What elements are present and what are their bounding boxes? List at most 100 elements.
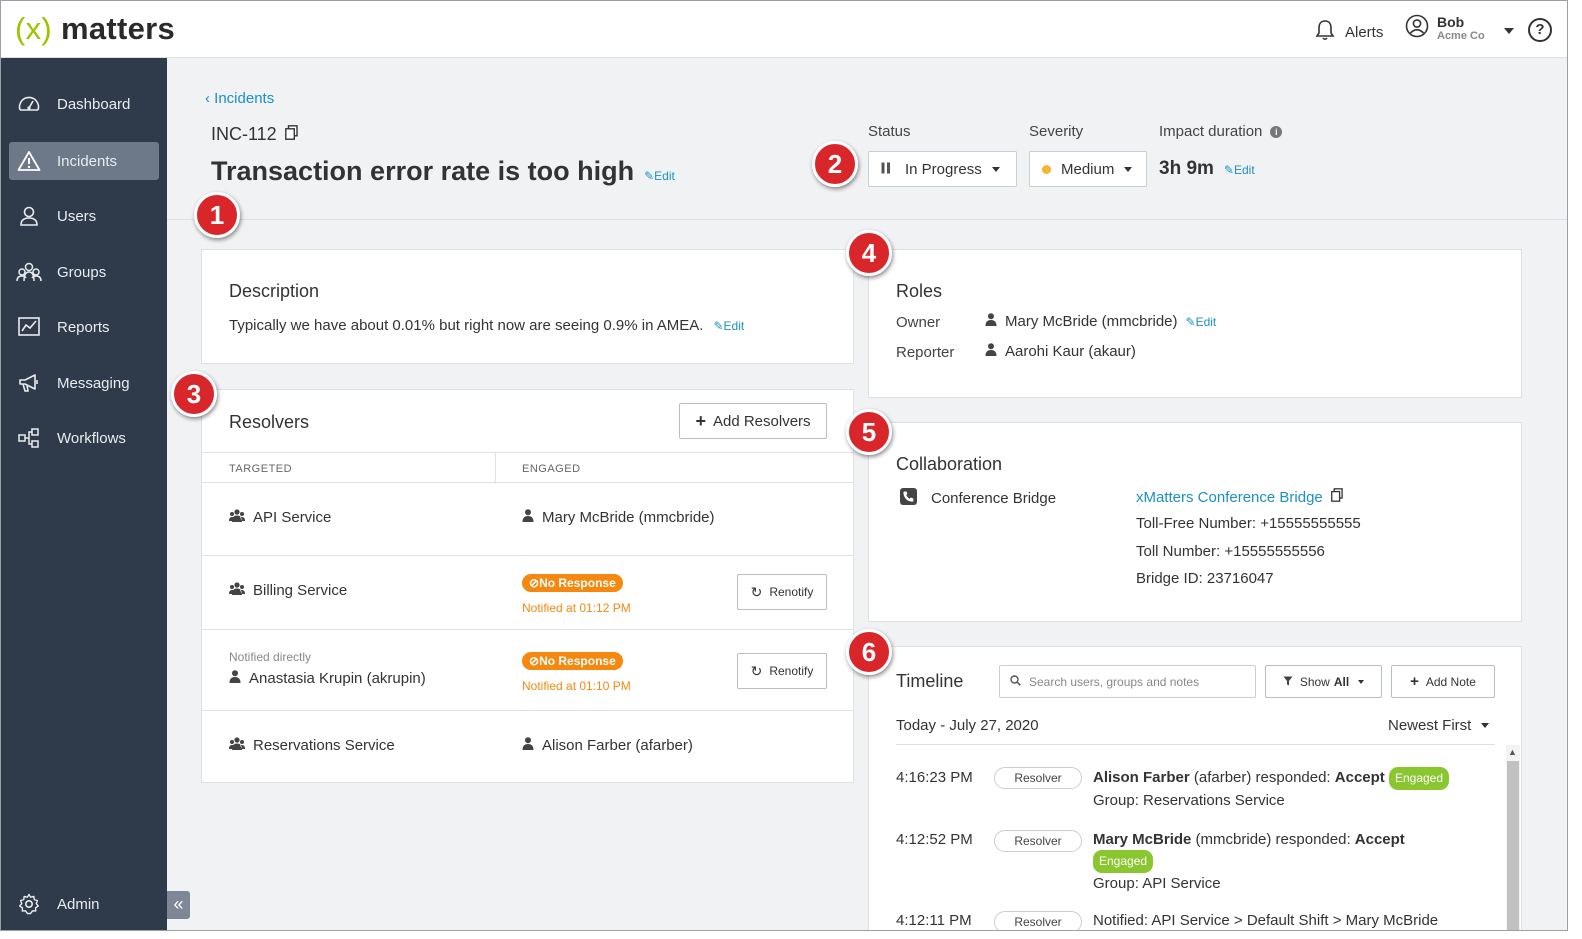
description-text: Typically we have about 0.01% but right … <box>229 317 745 334</box>
timeline-entry: Alison Farber (afarber) responded: Accep… <box>1093 767 1503 811</box>
severity-dot-icon <box>1042 164 1051 174</box>
severity-dropdown[interactable]: Medium <box>1029 151 1147 187</box>
bridge-link-row: xMatters Conference Bridge <box>1136 488 1343 506</box>
megaphone-icon <box>15 372 43 394</box>
show-filter-dropdown[interactable]: Show All <box>1265 665 1382 698</box>
info-icon[interactable]: i <box>1270 125 1283 138</box>
user-icon <box>522 737 534 754</box>
resolvers-table-header: TARGETED ENGAGED <box>202 452 853 482</box>
status-cell: ⊘No Response Notified at 01:12 PM <box>522 574 631 615</box>
divider <box>896 744 1495 745</box>
top-bar: (x) matters Alerts Bob Acme Co ? <box>1 1 1567 58</box>
sidebar-item-dashboard[interactable]: Dashboard <box>9 85 159 123</box>
reporter-value: Aarohi Kaur (akaur) <box>985 343 1136 360</box>
no-response-badge: ⊘No Response <box>522 574 623 592</box>
help-icon[interactable]: ? <box>1528 18 1552 42</box>
status-label: Status <box>868 123 911 140</box>
edit-description-link[interactable]: ✎Edit <box>713 319 744 333</box>
user-menu[interactable]: Bob Acme Co <box>1405 14 1485 43</box>
renotify-button[interactable]: ↻ Renotify <box>737 653 827 689</box>
user-icon <box>522 509 534 526</box>
timeline-scrollbar[interactable]: ▲ <box>1506 745 1520 930</box>
timeline-search-input[interactable]: Search users, groups and notes <box>999 665 1256 698</box>
renotify-button[interactable]: ↻ Renotify <box>737 574 827 610</box>
chevron-down-icon[interactable] <box>1504 28 1514 34</box>
alerts-label: Alerts <box>1345 23 1384 41</box>
copy-icon[interactable] <box>1330 488 1343 506</box>
phone-icon <box>900 488 917 509</box>
sidebar-item-workflows[interactable]: Workflows <box>9 419 159 457</box>
workflow-icon <box>15 427 43 449</box>
group-icon <box>15 261 43 283</box>
back-to-incidents-link[interactable]: ‹ Incidents <box>205 90 274 107</box>
pause-icon <box>881 161 891 178</box>
plus-icon: + <box>1410 673 1419 690</box>
user-name: Bob <box>1437 14 1465 30</box>
roles-card: Roles Owner Mary McBride (mmcbride) ✎Edi… <box>868 249 1522 398</box>
engaged-badge: Engaged <box>1388 767 1450 790</box>
gear-icon <box>15 893 43 915</box>
user-icon <box>985 343 997 360</box>
targeted-cell: API Service <box>229 509 331 526</box>
pencil-icon: ✎ <box>644 169 655 183</box>
column-divider <box>495 453 496 482</box>
toll-free-number: Toll-Free Number: +15555555555 <box>1136 515 1361 532</box>
sidebar-item-incidents[interactable]: Incidents <box>9 142 159 180</box>
notified-time: Notified at 01:12 PM <box>522 601 631 615</box>
description-card: Description Typically we have about 0.01… <box>201 249 854 364</box>
resolver-tag: Resolver <box>994 830 1082 852</box>
targeted-cell: Reservations Service <box>229 737 395 754</box>
copy-icon[interactable] <box>284 124 298 145</box>
callout-marker: 6 <box>846 629 892 675</box>
column-header-targeted: TARGETED <box>229 463 293 475</box>
severity-label: Severity <box>1029 123 1084 140</box>
scrollbar-thumb[interactable] <box>1507 761 1519 930</box>
pencil-icon: ✎ <box>1223 163 1234 177</box>
user-icon <box>229 670 241 687</box>
engaged-cell: Alison Farber (afarber) <box>522 737 693 754</box>
sidebar: Dashboard Incidents Users Groups Reports… <box>1 58 167 930</box>
callout-marker: 1 <box>194 192 240 238</box>
sidebar-item-users[interactable]: Users <box>9 197 159 235</box>
table-row: Reservations Service Alison Farber (afar… <box>202 710 853 783</box>
dashboard-icon <box>15 93 43 115</box>
sort-dropdown[interactable]: Newest First <box>1388 717 1490 734</box>
xmatters-logo[interactable]: (x) matters <box>15 11 175 47</box>
targeted-cell: Billing Service <box>229 582 347 599</box>
sidebar-item-reports[interactable]: Reports <box>9 308 159 346</box>
edit-impact-link[interactable]: ✎Edit <box>1224 163 1255 177</box>
impact-duration: 3h 9m ✎Edit <box>1159 158 1255 179</box>
incident-header: ‹ Incidents INC-112 Transaction error ra… <box>167 58 1567 220</box>
notified-directly-note: Notified directly <box>229 650 312 664</box>
impact-label: Impact duration i <box>1159 123 1283 140</box>
timeline-time: 4:12:52 PM <box>896 831 973 848</box>
add-note-button[interactable]: + Add Note <box>1391 665 1495 698</box>
callout-marker: 5 <box>846 409 892 455</box>
engaged-badge: Engaged <box>1093 850 1154 873</box>
owner-label: Owner <box>896 314 941 331</box>
targeted-cell: Anastasia Krupin (akrupin) <box>229 670 426 687</box>
sidebar-item-messaging[interactable]: Messaging <box>9 364 159 402</box>
incident-id: INC-112 <box>211 124 298 145</box>
timeline-date: Today - July 27, 2020 <box>896 717 1039 734</box>
table-row: Notified directly Anastasia Krupin (akru… <box>202 629 853 710</box>
pencil-icon: ✎ <box>713 319 724 333</box>
add-resolvers-button[interactable]: + Add Resolvers <box>679 403 827 439</box>
resolvers-card: Resolvers + Add Resolvers TARGETED ENGAG… <box>201 389 854 783</box>
edit-title-link[interactable]: ✎Edit <box>644 169 675 183</box>
sidebar-item-groups[interactable]: Groups <box>9 253 159 291</box>
description-title: Description <box>229 281 320 301</box>
collapse-sidebar-button[interactable]: « <box>167 891 190 919</box>
user-org: Acme Co <box>1437 30 1485 42</box>
chevron-down-icon <box>1358 679 1365 684</box>
status-dropdown[interactable]: In Progress <box>868 151 1017 187</box>
alerts-button[interactable]: Alerts <box>1315 19 1383 45</box>
scroll-up-icon[interactable]: ▲ <box>1508 747 1517 757</box>
bridge-link[interactable]: xMatters Conference Bridge <box>1136 489 1323 506</box>
callout-marker: 3 <box>171 371 217 417</box>
resolver-tag: Resolver <box>994 767 1082 789</box>
callout-marker: 2 <box>812 141 858 187</box>
sidebar-item-admin[interactable]: Admin <box>9 885 159 923</box>
conference-bridge-label: Conference Bridge <box>900 488 1056 509</box>
edit-owner-link[interactable]: ✎Edit <box>1186 315 1217 329</box>
